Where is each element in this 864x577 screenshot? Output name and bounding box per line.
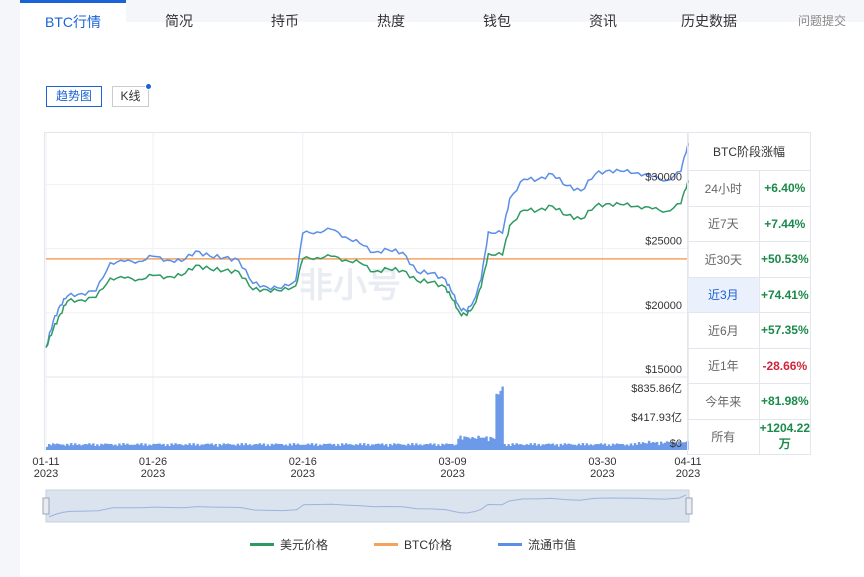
x-tick-year: 2023 bbox=[291, 468, 315, 480]
volume-tick-label: $0 bbox=[670, 438, 682, 450]
x-tick-year: 2023 bbox=[440, 468, 464, 480]
x-tick-year: 2023 bbox=[141, 468, 165, 480]
volume-tick-label: $417.93亿 bbox=[631, 411, 682, 424]
volume-axis-labels: $835.86亿 $417.93亿 $0 bbox=[631, 382, 682, 450]
legend-market-cap[interactable]: 流通市值 bbox=[498, 538, 576, 552]
legend-usd-price[interactable]: 美元价格 bbox=[250, 538, 328, 552]
stats-label: 今年来 bbox=[687, 383, 760, 420]
stats-value: +57.35% bbox=[758, 312, 812, 349]
x-tick-label: 03-09 bbox=[439, 456, 467, 468]
y-tick-label: $15000 bbox=[645, 364, 682, 376]
y-tick-label: $25000 bbox=[645, 236, 682, 248]
legend-label: 流通市值 bbox=[528, 538, 577, 552]
legend-label: 美元价格 bbox=[280, 538, 329, 552]
stats-label: 所有 bbox=[687, 418, 760, 455]
legend-swatch bbox=[374, 543, 398, 547]
stats-value: +81.98% bbox=[758, 383, 812, 420]
volume-bar bbox=[501, 386, 504, 450]
stats-value: +74.41% bbox=[758, 276, 812, 313]
range-slider[interactable] bbox=[42, 489, 693, 523]
y-tick-label: $30000 bbox=[645, 171, 682, 183]
series-market-cap-line bbox=[45, 143, 689, 348]
x-tick-year: 2023 bbox=[34, 468, 58, 480]
x-tick-label: 02-16 bbox=[289, 456, 317, 468]
legend-btc-price[interactable]: BTC价格 bbox=[374, 538, 452, 552]
volume-bars bbox=[46, 386, 689, 450]
legend-swatch bbox=[498, 543, 522, 547]
stats-label: 近6月 bbox=[687, 312, 760, 349]
stats-label: 24小时 bbox=[687, 170, 760, 207]
stats-label: 近1年 bbox=[687, 347, 760, 384]
legend-label: BTC价格 bbox=[404, 538, 453, 552]
stats-value: -28.66% bbox=[758, 347, 812, 384]
x-tick-year: 2023 bbox=[676, 468, 700, 480]
x-axis-labels: 01-11202301-26202302-16202303-09202303-3… bbox=[32, 456, 701, 480]
stats-value: +1204.22万 bbox=[758, 418, 812, 455]
y-tick-label: $20000 bbox=[645, 300, 682, 312]
range-slider-left-handle[interactable] bbox=[42, 497, 50, 515]
stats-label: 近30天 bbox=[687, 241, 760, 278]
stats-value: +50.53% bbox=[758, 241, 812, 278]
x-tick-label: 01-11 bbox=[32, 456, 59, 468]
stats-value: +7.44% bbox=[758, 205, 812, 242]
btc-stage-gain-table: BTC阶段涨幅 24小时 +6.40% 近7天 +7.44% 近30天 +50.53%… bbox=[687, 132, 812, 455]
range-slider-right-handle[interactable] bbox=[685, 497, 693, 515]
series-usd-price-line bbox=[45, 180, 689, 348]
x-tick-year: 2023 bbox=[590, 468, 614, 480]
stats-header: BTC阶段涨幅 bbox=[687, 132, 811, 171]
x-tick-label: 03-30 bbox=[588, 456, 616, 468]
stats-label: 近3月 bbox=[687, 276, 760, 313]
stats-label: 近7天 bbox=[687, 205, 760, 242]
y-axis-labels: $30000 $25000 $20000 $15000 bbox=[645, 171, 682, 376]
volume-tick-label: $835.86亿 bbox=[631, 382, 682, 395]
x-tick-label: 01-26 bbox=[139, 456, 167, 468]
stats-value: +6.40% bbox=[758, 170, 812, 207]
watermark: 非小号 bbox=[299, 267, 401, 305]
legend-swatch bbox=[250, 543, 274, 547]
x-tick-label: 04-11 bbox=[674, 456, 701, 468]
